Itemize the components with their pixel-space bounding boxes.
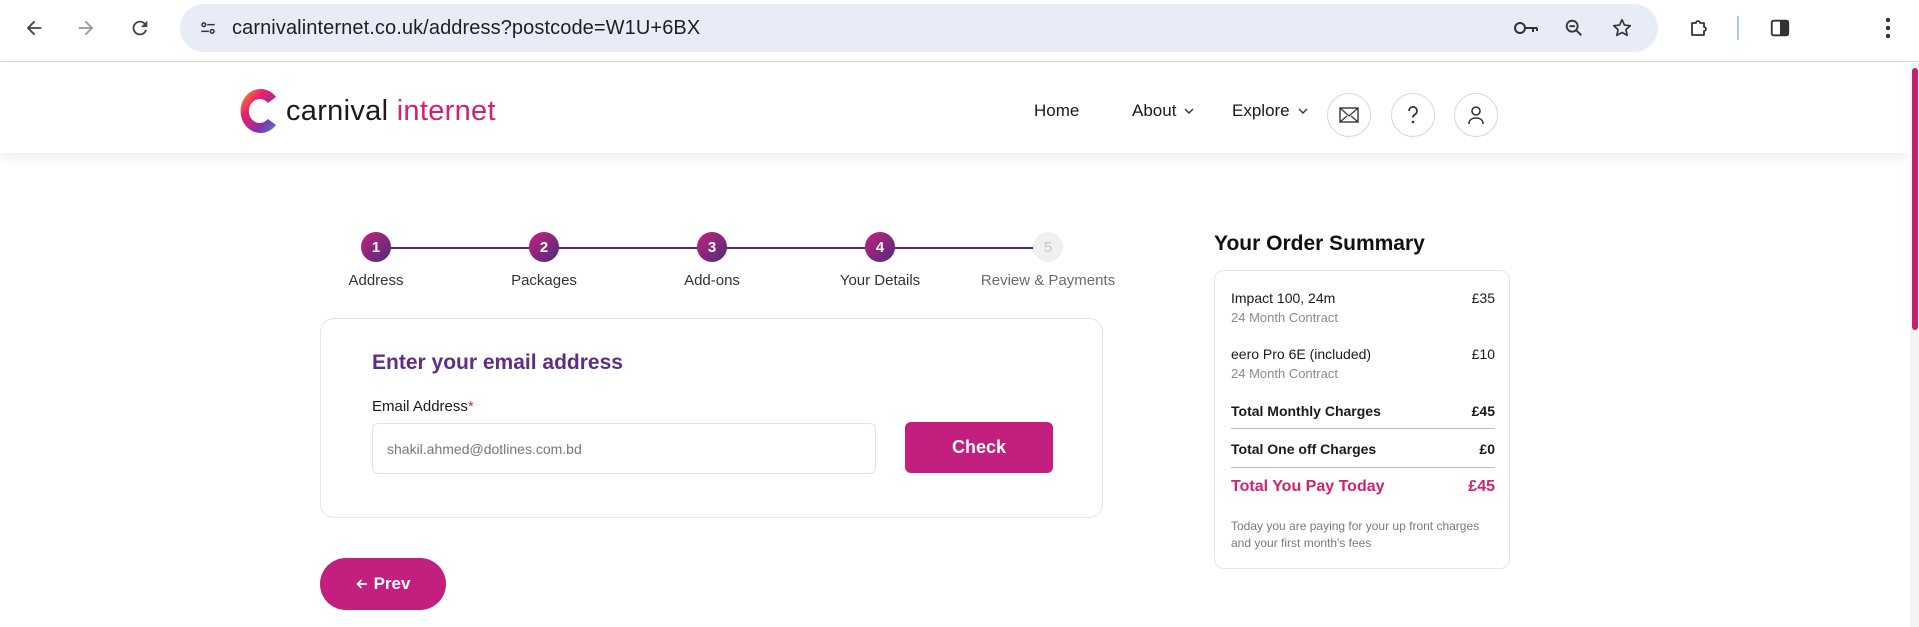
side-panel-icon[interactable]	[1762, 10, 1798, 46]
total-today-row: Total You Pay Today £45	[1231, 478, 1495, 496]
summary-item: eero Pro 6E (included) £10	[1231, 346, 1495, 362]
order-summary-title: Your Order Summary	[1214, 232, 1425, 255]
prev-button-label: Prev	[373, 574, 411, 593]
help-icon	[1408, 106, 1418, 124]
summary-item-name: eero Pro 6E (included)	[1231, 346, 1372, 362]
nav-about[interactable]: About	[1132, 101, 1194, 121]
address-bar[interactable]: carnivalinternet.co.uk/address?postcode=…	[180, 4, 1658, 52]
reload-icon[interactable]	[122, 10, 158, 46]
step-5-label: Review & Payments	[980, 272, 1116, 289]
url-text[interactable]: carnivalinternet.co.uk/address?postcode=…	[232, 17, 700, 40]
nav-about-label: About	[1132, 101, 1177, 120]
email-card-title: Enter your email address	[372, 351, 623, 374]
mail-icon	[1339, 107, 1359, 123]
nav-explore[interactable]: Explore	[1232, 101, 1308, 121]
summary-item-term: 24 Month Contract	[1231, 310, 1338, 325]
summary-note: Today you are paying for your up front c…	[1231, 519, 1480, 550]
step-1-label: Address	[348, 272, 404, 289]
logo-mark-icon	[240, 89, 276, 133]
logo[interactable]: carnival internet	[238, 87, 496, 135]
logo-word-carnival: carnival	[286, 94, 389, 127]
toolbar-divider	[1737, 16, 1739, 40]
email-field[interactable]	[372, 423, 876, 474]
chevron-down-icon	[1184, 108, 1194, 114]
summary-item-price: £10	[1471, 346, 1495, 362]
site-settings-icon[interactable]	[192, 12, 224, 44]
step-connector	[712, 247, 877, 249]
email-card: Enter your email address Email Address* …	[320, 318, 1103, 518]
step-connector	[376, 247, 541, 249]
site-header: carnival internet Home About Explore	[0, 63, 1910, 153]
email-field-label: Email Address*	[372, 398, 474, 415]
total-monthly-value: £45	[1471, 403, 1495, 419]
zoom-icon[interactable]	[1558, 12, 1590, 44]
nav-home[interactable]: Home	[1034, 101, 1079, 121]
required-asterisk: *	[467, 398, 474, 415]
nav-home-label: Home	[1034, 101, 1080, 120]
nav-explore-label: Explore	[1232, 101, 1290, 120]
password-key-icon[interactable]	[1510, 12, 1542, 44]
email-label-text: Email Address	[372, 398, 468, 415]
mail-button[interactable]	[1327, 93, 1371, 137]
check-button[interactable]: Check	[905, 422, 1053, 473]
page-scrollbar-thumb[interactable]	[1912, 68, 1918, 330]
summary-item: Impact 100, 24m £35	[1231, 290, 1495, 306]
total-today-label: Total You Pay Today	[1231, 478, 1385, 495]
summary-item-price: £35	[1471, 290, 1495, 306]
step-3-label: Add-ons	[684, 272, 740, 289]
account-button[interactable]	[1454, 93, 1498, 137]
total-oneoff-value: £0	[1479, 441, 1495, 457]
step-5-circle: 5	[1033, 232, 1063, 262]
summary-divider	[1231, 467, 1495, 468]
step-connector	[544, 247, 709, 249]
total-monthly-label: Total Monthly Charges	[1231, 403, 1381, 419]
total-monthly-row: Total Monthly Charges £45	[1231, 403, 1495, 419]
step-2-circle[interactable]: 2	[529, 232, 559, 262]
account-icon	[1468, 106, 1484, 125]
back-arrow-icon[interactable]	[16, 10, 52, 46]
forward-arrow-icon[interactable]	[68, 10, 104, 46]
step-4-label: Your Details	[839, 272, 921, 289]
summary-divider	[1231, 428, 1495, 429]
step-1-circle[interactable]: 1	[361, 232, 391, 262]
total-oneoff-label: Total One off Charges	[1231, 441, 1377, 457]
summary-item-term: 24 Month Contract	[1231, 366, 1338, 381]
logo-word-internet: internet	[396, 94, 496, 127]
total-today-value: £45	[1468, 478, 1495, 495]
total-oneoff-row: Total One off Charges £0	[1231, 441, 1495, 457]
step-3-circle[interactable]: 3	[697, 232, 727, 262]
order-summary-box: Impact 100, 24m £35 24 Month Contract ee…	[1214, 270, 1510, 569]
extensions-icon[interactable]	[1681, 10, 1717, 46]
summary-item-name: Impact 100, 24m	[1231, 290, 1336, 306]
arrow-left-icon	[355, 579, 367, 589]
step-connector	[880, 247, 1045, 249]
chevron-down-icon	[1298, 108, 1308, 114]
kebab-menu-icon[interactable]	[1870, 10, 1906, 46]
step-4-circle[interactable]: 4	[865, 232, 895, 262]
bookmark-star-icon[interactable]	[1606, 12, 1638, 44]
browser-toolbar: carnivalinternet.co.uk/address?postcode=…	[0, 0, 1919, 62]
help-button[interactable]	[1391, 93, 1435, 137]
prev-button[interactable]: Prev	[320, 558, 446, 610]
step-2-label: Packages	[511, 272, 577, 289]
